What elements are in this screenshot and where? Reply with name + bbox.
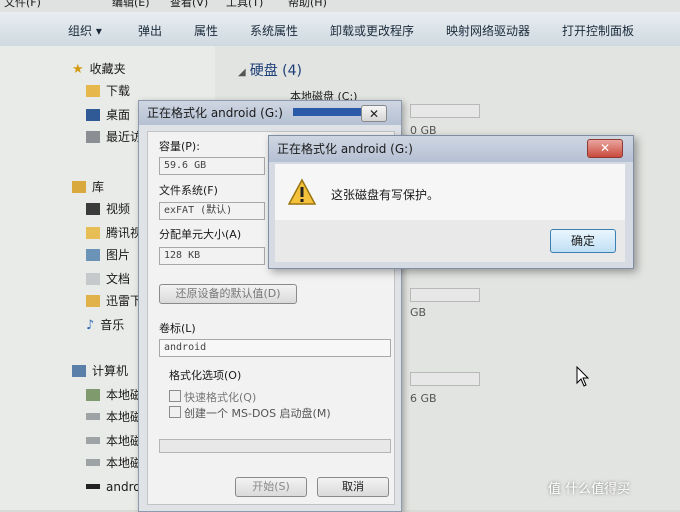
menu-help[interactable]: 帮助(H): [288, 0, 327, 10]
alert-message: 这张磁盘有写保护。: [331, 188, 440, 202]
nav-downloads[interactable]: 下载: [86, 82, 130, 100]
documents-icon: [86, 273, 100, 285]
folder-icon: [86, 227, 100, 239]
volume-label-input[interactable]: android: [159, 339, 391, 357]
music-note-icon: ♪: [86, 318, 95, 333]
nav-tencent-video[interactable]: 腾讯视: [86, 224, 142, 242]
downloads-folder-icon: [86, 85, 100, 97]
nav-drive-f[interactable]: 本地磁: [86, 454, 142, 472]
mouse-cursor-icon: [576, 366, 590, 387]
recent-places-icon: [86, 131, 100, 143]
section-header-hard-disks: ◢ 硬盘 (4): [238, 63, 302, 79]
nav-desktop[interactable]: 桌面: [86, 106, 130, 124]
removable-drive-icon: [86, 484, 100, 489]
volume-label-label: 卷标(L): [159, 322, 196, 335]
star-icon: ★: [72, 62, 84, 77]
msdos-boot-checkbox[interactable]: 创建一个 MS-DOS 启动盘(M): [169, 405, 331, 421]
nav-thunder-downloads[interactable]: 迅雷下: [86, 292, 142, 310]
nav-recent[interactable]: 最近访: [86, 128, 142, 146]
drive-usage-bar: [410, 104, 480, 118]
eject-button[interactable]: 弹出: [138, 22, 162, 39]
nav-library[interactable]: 库: [72, 178, 104, 196]
cancel-button[interactable]: 取消: [317, 477, 389, 497]
menu-file[interactable]: 文件(F): [4, 0, 41, 10]
menu-view[interactable]: 查看(V): [170, 0, 208, 10]
quick-format-checkbox[interactable]: 快速格式化(Q): [169, 389, 256, 405]
warning-icon: [287, 178, 317, 205]
drive-size-text: GB: [410, 306, 427, 319]
checkbox-unchecked-icon: [169, 406, 181, 418]
properties-button[interactable]: 属性: [194, 22, 218, 39]
nav-favorites[interactable]: ★ 收藏夹: [72, 60, 126, 78]
alert-titlebar: 正在格式化 android (G:): [269, 136, 633, 162]
command-bar: 组织 ▾ 弹出 属性 系统属性 卸载或更改程序 映射网络驱动器 打开控制面板: [0, 12, 680, 47]
alert-message-area: [275, 164, 625, 220]
close-button[interactable]: ✕: [361, 105, 387, 122]
hard-drive-icon: [86, 413, 100, 420]
nav-pictures[interactable]: 图片: [86, 246, 130, 264]
filesystem-label: 文件系统(F): [159, 184, 218, 197]
format-options-label: 格式化选项(O): [169, 369, 242, 382]
drive-usage-bar: [410, 372, 480, 386]
allocation-unit-label: 分配单元大小(A): [159, 228, 242, 241]
checkbox-checked-icon: [169, 390, 181, 402]
write-protect-alert-dialog: 正在格式化 android (G:) ✕ 这张磁盘有写保护。 确定: [268, 135, 634, 269]
hard-drive-icon: [86, 459, 100, 466]
library-icon: [72, 181, 86, 193]
nav-computer[interactable]: 计算机: [72, 362, 128, 380]
capacity-select[interactable]: 59.6 GB: [159, 157, 265, 175]
drive-usage-bar: [410, 288, 480, 302]
nav-drive-c[interactable]: 本地磁: [86, 386, 142, 404]
nav-music[interactable]: ♪ 音乐: [86, 316, 124, 334]
drive-size-text: 6 GB: [410, 392, 437, 405]
uninstall-button[interactable]: 卸载或更改程序: [330, 22, 414, 39]
control-panel-button[interactable]: 打开控制面板: [562, 22, 634, 39]
expand-arrow-icon: ◢: [238, 67, 246, 78]
pictures-icon: [86, 249, 100, 261]
nav-documents[interactable]: 文档: [86, 270, 130, 288]
allocation-unit-select[interactable]: 128 KB: [159, 247, 265, 265]
system-properties-button[interactable]: 系统属性: [250, 22, 298, 39]
watermark: 值 什么值得买: [548, 482, 631, 497]
menu-bar: 文件(F) 编辑(E) 查看(V) 工具(T) 帮助(H): [0, 0, 680, 12]
redacted-bar: [292, 108, 371, 116]
map-drive-button[interactable]: 映射网络驱动器: [446, 22, 530, 39]
hard-drive-icon: [86, 437, 100, 444]
filesystem-select[interactable]: exFAT (默认): [159, 202, 265, 220]
nav-videos[interactable]: 视频: [86, 200, 130, 218]
ok-button[interactable]: 确定: [550, 229, 616, 253]
alert-close-button[interactable]: ✕: [587, 139, 623, 158]
start-button[interactable]: 开始(S): [235, 477, 307, 497]
menu-edit[interactable]: 编辑(E): [112, 0, 150, 10]
computer-icon: [72, 365, 86, 377]
restore-defaults-button[interactable]: 还原设备的默认值(D): [159, 284, 297, 304]
menu-tools[interactable]: 工具(T): [226, 0, 263, 10]
desktop-icon: [86, 109, 100, 121]
nav-drive-android[interactable]: andro: [86, 478, 141, 496]
folder-icon: [86, 295, 100, 307]
system-drive-icon: [86, 389, 100, 401]
nav-drive-e[interactable]: 本地磁: [86, 432, 142, 450]
video-icon: [86, 203, 100, 215]
capacity-label: 容量(P):: [159, 140, 200, 153]
nav-drive-d[interactable]: 本地磁: [86, 408, 142, 426]
organize-button[interactable]: 组织 ▾: [68, 22, 102, 39]
format-progress-bar: [159, 439, 391, 453]
